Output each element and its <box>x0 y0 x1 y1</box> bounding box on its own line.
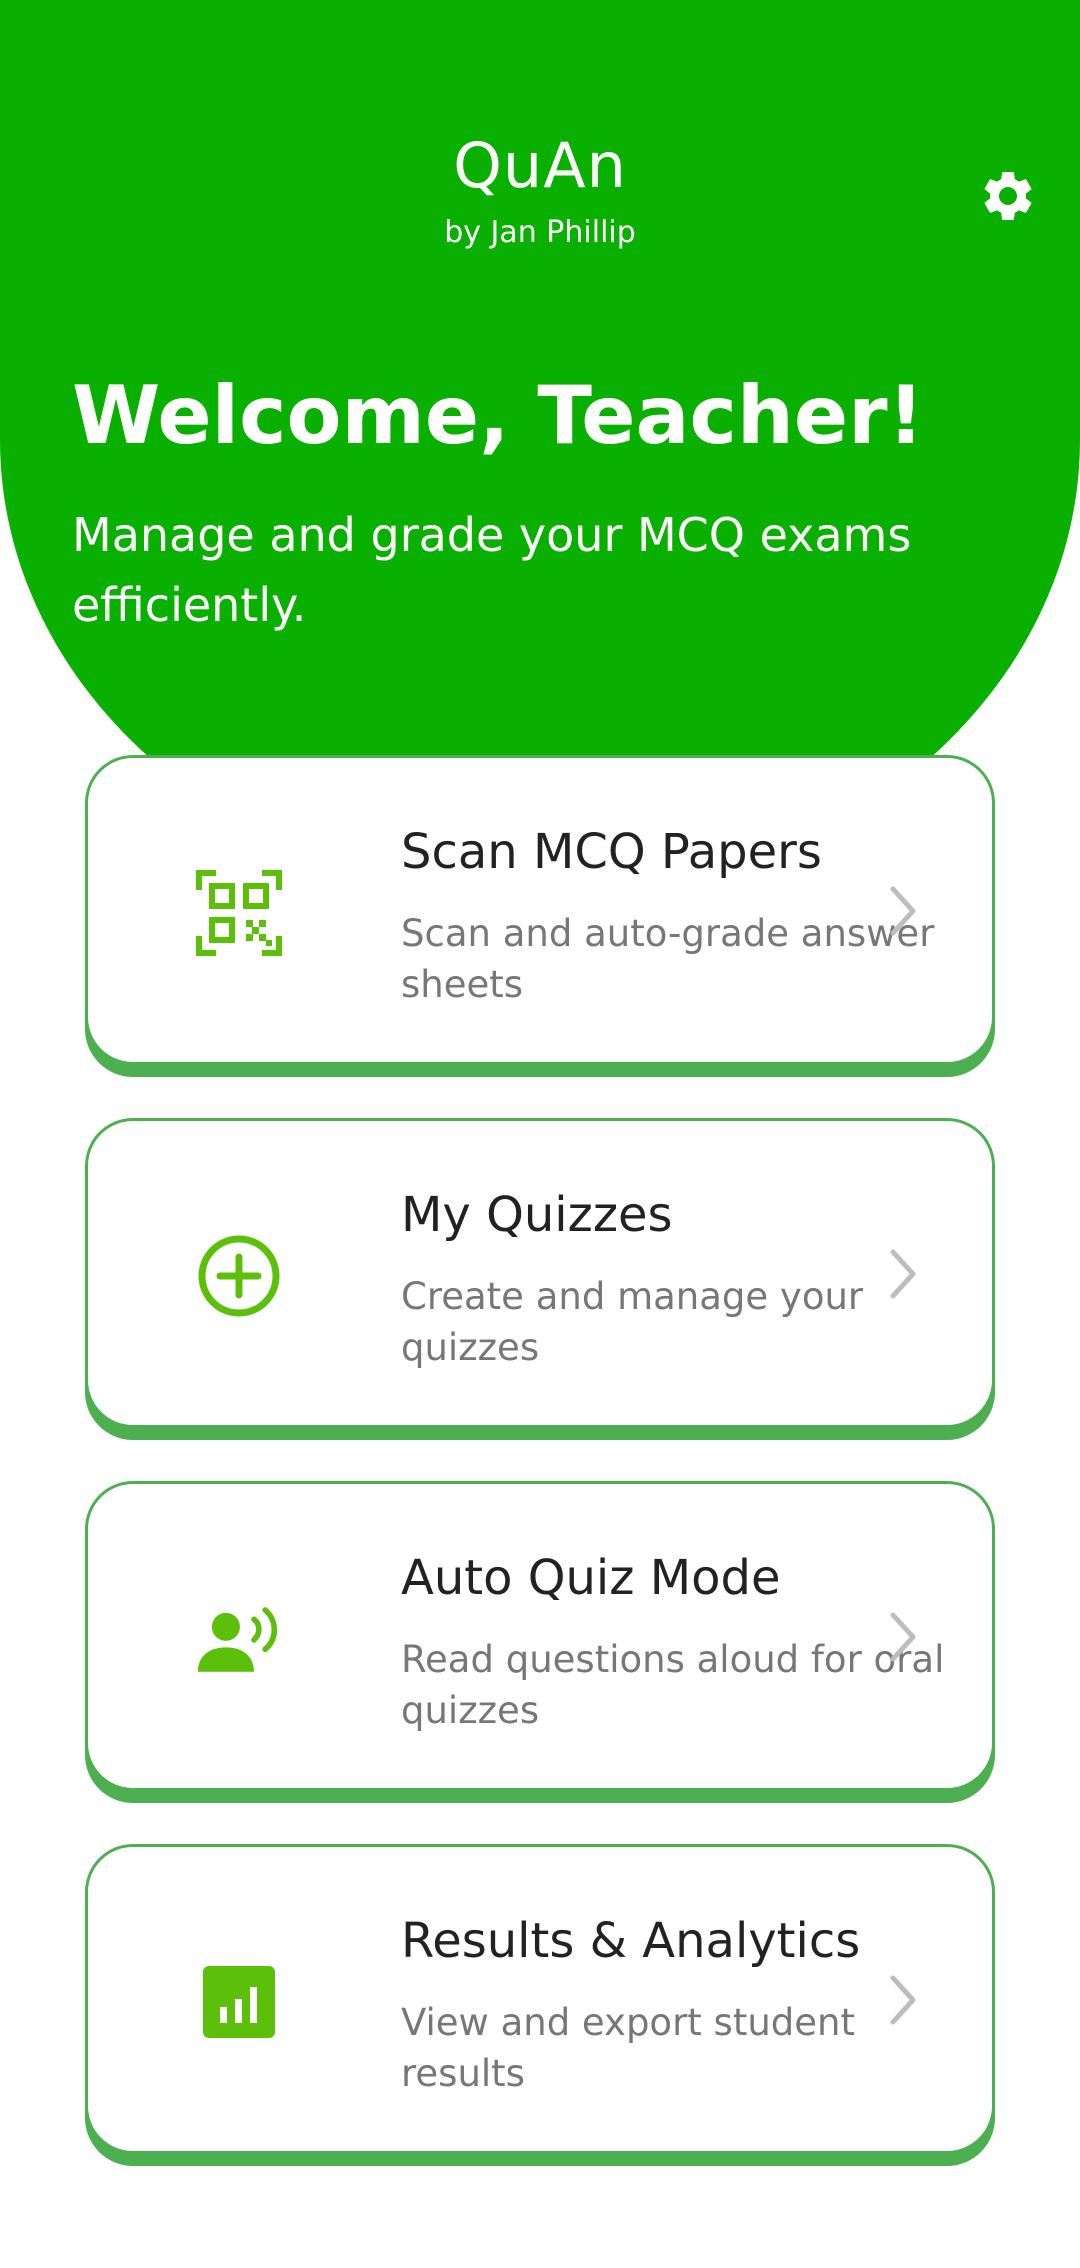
home-screen: QuAn by Jan Phillip Welcome, Teacher! Ma… <box>0 0 1080 2268</box>
results-analytics-card[interactable]: Results & Analytics View and export stud… <box>85 1844 995 2154</box>
card-title: My Quizzes <box>401 1187 673 1243</box>
card-title: Scan MCQ Papers <box>401 824 822 880</box>
chevron-right-icon <box>890 1249 916 1299</box>
settings-button[interactable] <box>972 160 1044 232</box>
chevron-right-icon <box>890 1612 916 1662</box>
card-title: Results & Analytics <box>401 1913 861 1969</box>
bar-chart-icon <box>196 1959 282 2045</box>
scan-mcq-papers-card[interactable]: Scan MCQ Papers Scan and auto-grade answ… <box>85 755 995 1065</box>
welcome-heading: Welcome, Teacher! <box>72 369 925 462</box>
welcome-tagline: Manage and grade your MCQ exams efficien… <box>72 508 912 632</box>
auto-quiz-mode-card[interactable]: Auto Quiz Mode Read questions aloud for … <box>85 1481 995 1791</box>
app-title: QuAn <box>453 129 627 202</box>
qr-scan-icon <box>196 870 282 956</box>
app-subtitle: by Jan Phillip <box>444 215 636 250</box>
my-quizzes-card[interactable]: My Quizzes Create and manage your quizze… <box>85 1118 995 1428</box>
add-circle-icon <box>196 1233 282 1319</box>
card-title: Auto Quiz Mode <box>401 1550 781 1606</box>
chevron-right-icon <box>890 886 916 936</box>
gear-icon <box>984 172 1032 220</box>
chevron-right-icon <box>890 1975 916 2025</box>
speaking-person-icon <box>196 1596 282 1682</box>
